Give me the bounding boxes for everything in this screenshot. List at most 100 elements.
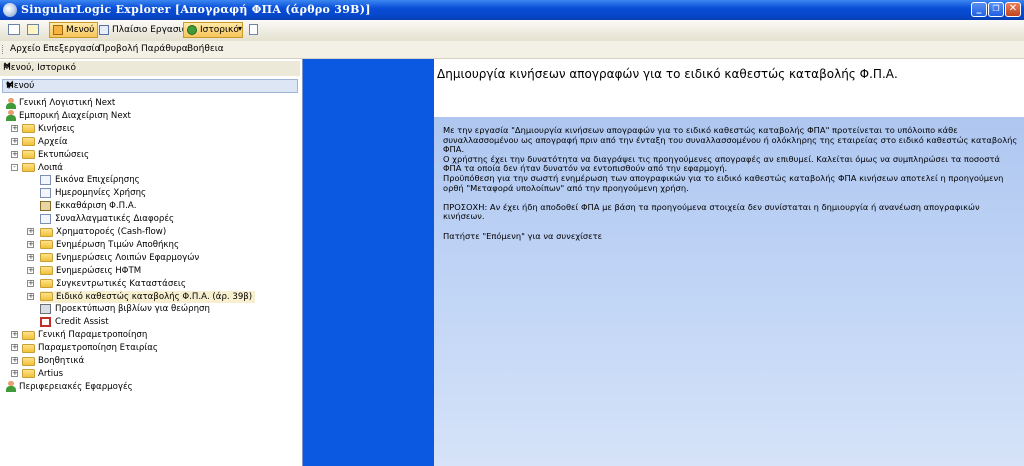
maximize-button[interactable]: ❐: [988, 2, 1004, 17]
extra-toolbar-icon[interactable]: [249, 24, 258, 35]
tree-item[interactable]: + Ειδικό καθεστώς καταβολής Φ.Π.Α. (άρ. 3…: [0, 290, 300, 303]
toolbar: Μενού Πλαίσιο Εργασιών Ιστορικό ▾: [0, 20, 1024, 42]
wizard-content: Δημιουργία κινήσεων απογραφών για το ειδ…: [434, 59, 1024, 466]
tree-item[interactable]: Εμπορική Διαχείριση Next: [0, 110, 300, 122]
tree-item[interactable]: + Ενημερώσεις ΗΦΤΜ: [0, 265, 300, 277]
tree-item-label: Ενημερώσεις Λοιπών Εφαρμογών: [56, 252, 200, 263]
tree-item-label: Artius: [38, 368, 64, 379]
expand-icon[interactable]: +: [11, 137, 18, 145]
tree-item[interactable]: Credit Assist: [0, 316, 300, 328]
description-paragraph: Προϋπόθεση για την σωστή ενημέρωση των α…: [443, 172, 1004, 193]
window-title: SingularLogic Explorer [Απογραφή ΦΠΑ (άρ…: [21, 3, 371, 16]
menu-view[interactable]: Προβολή: [98, 44, 138, 54]
folder-icon: [22, 150, 35, 160]
panel-close-icon[interactable]: ✕: [3, 61, 296, 72]
close-button[interactable]: ✕: [1005, 2, 1021, 17]
menu-file[interactable]: Αρχείο: [10, 44, 41, 54]
expand-icon[interactable]: +: [27, 240, 34, 248]
menu-icon: [53, 25, 63, 35]
clock-icon: [187, 25, 197, 35]
history-toggle-button[interactable]: Ιστορικό: [183, 22, 243, 38]
credit-assist-icon: [40, 317, 51, 328]
menu-windows[interactable]: Παράθυρα: [141, 44, 188, 54]
instruction-paragraph: Πατήστε "Επόμενη" για να συνεχίσετε: [443, 230, 603, 241]
tree-item-label: Εμπορική Διαχείριση Next: [19, 110, 131, 121]
expand-icon[interactable]: +: [27, 228, 34, 235]
expand-icon[interactable]: +: [27, 279, 34, 287]
tree-item[interactable]: + Γενική Παραμετροποίηση: [0, 329, 300, 341]
new-window-icon[interactable]: [8, 24, 20, 35]
tree-item-label: Credit Assist: [55, 317, 109, 328]
menu-toggle-button[interactable]: Μενού: [49, 22, 99, 38]
tree-item[interactable]: Γενική Λογιστική Next: [0, 97, 300, 109]
menu-history-panel: Μενού, Ιστορικό ⊣ ✕ Μενού ▼ ⊣ ✕ Γενική Λ…: [0, 59, 303, 466]
menubar-grip: [2, 45, 5, 54]
minimize-button[interactable]: _: [971, 2, 987, 17]
tree-item[interactable]: - Λοιπά: [0, 162, 300, 174]
wizard-header: Δημιουργία κινήσεων απογραφών για το ειδ…: [434, 59, 1024, 117]
tree-item[interactable]: Εκκαθάριση Φ.Π.Α.: [0, 200, 300, 212]
tree-item-label: Αρχεία: [38, 136, 68, 147]
panel-header: Μενού, Ιστορικό ⊣ ✕: [0, 61, 300, 76]
menu-help[interactable]: Βοήθεια: [187, 44, 224, 54]
tree-item[interactable]: + Ενημερώσεις Λοιπών Εφαρμογών: [0, 252, 300, 264]
expand-icon[interactable]: +: [11, 124, 18, 132]
tasks-icon: [99, 25, 109, 35]
expand-icon[interactable]: +: [27, 253, 34, 261]
expand-icon[interactable]: +: [11, 369, 18, 377]
tree-item[interactable]: Εικόνα Επιχείρησης: [0, 174, 300, 186]
tree-item[interactable]: + Artius: [0, 368, 300, 380]
tree-item[interactable]: + Ενημέρωση Τιμών Αποθήκης: [0, 239, 300, 251]
menu-bar: Αρχείο Επεξεργασία Προβολή Παράθυρα Βοήθ…: [0, 41, 1024, 59]
folder-icon: [22, 356, 35, 366]
folder-icon: [40, 253, 53, 263]
menu-subheader: Μενού ▼ ⊣ ✕: [2, 79, 298, 93]
tree-item[interactable]: Ημερομηνίες Χρήσης: [0, 187, 300, 199]
expand-icon[interactable]: +: [27, 292, 34, 300]
menu-edit[interactable]: Επεξεργασία: [43, 44, 101, 54]
description-paragraph: Ο χρήστης έχει την δυνατότητα να διαγράψ…: [443, 153, 1000, 174]
person-icon: [6, 381, 16, 393]
tree-item[interactable]: Περιφερειακές Εφαρμογές: [0, 381, 300, 393]
tree-item-label: Ενημέρωση Τιμών Αποθήκης: [56, 239, 179, 250]
tree-item-label: Ειδικό καθεστώς καταβολής Φ.Π.Α. (άρ. 39…: [56, 291, 253, 302]
wizard-description: Με την εργασία "Δημιουργία κινήσεων απογ…: [443, 125, 1019, 241]
expand-icon[interactable]: +: [11, 357, 18, 364]
folder-icon: [40, 266, 53, 276]
tree-item[interactable]: + Εκτυπώσεις: [0, 149, 300, 161]
folder-icon: [22, 163, 35, 172]
tree-item-label: Εκκαθάριση Φ.Π.Α.: [55, 201, 137, 212]
tree-item[interactable]: Προεκτύπωση βιβλίων για θεώρηση: [0, 303, 300, 315]
open-icon[interactable]: [27, 24, 39, 35]
folder-icon: [22, 369, 35, 379]
person-icon: [6, 110, 16, 122]
folder-icon: [22, 330, 35, 340]
expand-icon[interactable]: +: [11, 344, 18, 352]
folder-icon: [22, 124, 35, 134]
tree-item[interactable]: + Συγκεντρωτικές Καταστάσεις: [0, 278, 300, 290]
folder-icon: [40, 240, 53, 250]
folder-icon: [22, 137, 35, 147]
folder-icon: [40, 279, 53, 289]
folder-icon: [40, 292, 53, 301]
tree-item[interactable]: + Βοηθητικά: [0, 355, 300, 367]
warning-paragraph: ΠΡΟΣΟΧΗ: Αν έχει ήδη αποδοθεί ΦΠΑ με βάσ…: [443, 201, 980, 222]
collapse-icon[interactable]: -: [11, 163, 18, 171]
tree-item-label: Συγκεντρωτικές Καταστάσεις: [56, 278, 186, 289]
history-dropdown-arrow[interactable]: ▾: [238, 24, 242, 33]
tree-item-label: Συναλλαγματικές Διαφορές: [55, 214, 175, 225]
tree-item[interactable]: + Χρηματοροές (Cash-flow): [0, 226, 300, 238]
folder-icon: [40, 227, 53, 237]
document-icon: [40, 188, 51, 199]
expand-icon[interactable]: +: [27, 266, 34, 274]
tree-item-label: Ενημερώσεις ΗΦΤΜ: [56, 265, 142, 276]
tree-item[interactable]: Συναλλαγματικές Διαφορές: [0, 213, 300, 225]
expand-icon[interactable]: +: [11, 150, 18, 158]
app-icon: [3, 3, 17, 17]
tasks-panel-button[interactable]: Πλαίσιο Εργασιών: [96, 22, 197, 38]
tree-item[interactable]: + Αρχεία: [0, 136, 300, 148]
tree-item[interactable]: + Κινήσεις: [0, 123, 300, 135]
expand-icon[interactable]: +: [11, 331, 18, 339]
tree-item[interactable]: + Παραμετροποίηση Εταιρίας: [0, 342, 300, 354]
subpanel-close-icon[interactable]: ✕: [6, 80, 294, 91]
